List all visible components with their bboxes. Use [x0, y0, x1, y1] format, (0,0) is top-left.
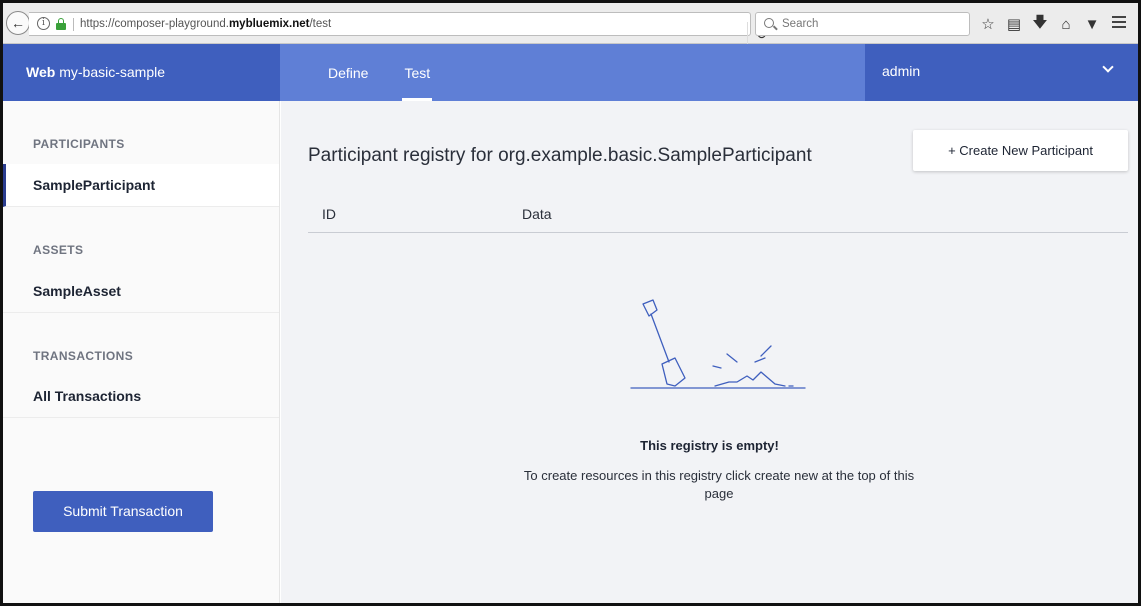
empty-state-title: This registry is empty! — [640, 438, 779, 453]
empty-shovel-illustration — [630, 299, 806, 389]
download-icon[interactable]: 🡇 — [1031, 12, 1049, 37]
sidebar-item-sampleasset[interactable]: SampleAsset — [3, 270, 279, 313]
search-icon — [764, 18, 774, 28]
home-icon[interactable]: ⌂ — [1057, 16, 1075, 33]
submit-transaction-button[interactable]: Submit Transaction — [33, 491, 213, 532]
app-header: Web my-basic-sample Define Test admin — [3, 44, 1138, 101]
chevron-down-icon — [1102, 61, 1114, 73]
create-new-participant-button[interactable]: + Create New Participant — [913, 130, 1128, 171]
address-bar[interactable]: i https://composer-playground.mybluemix.… — [29, 12, 767, 46]
star-icon[interactable]: ☆ — [979, 15, 997, 33]
toolbar-icons: ☆ ▤ 🡇 ⌂ ▼ — [979, 12, 1101, 36]
brand-web: Web — [26, 64, 56, 80]
assets-heading: ASSETS — [33, 243, 84, 257]
column-header-data: Data — [522, 206, 552, 222]
url-prefix: https://composer-playground. — [80, 18, 229, 30]
browser-toolbar: ← i https://composer-playground.mybluemi… — [3, 3, 1138, 46]
url-domain: mybluemix.net — [228, 18, 310, 30]
table-header: ID Data — [308, 198, 1128, 233]
search-input[interactable]: Search — [755, 12, 970, 36]
business-network-name: my-basic-sample — [59, 64, 166, 80]
sidebar-item-sampleparticipant[interactable]: SampleParticipant — [3, 164, 279, 207]
search-placeholder: Search — [782, 18, 819, 30]
page-title: Participant registry for org.example.bas… — [308, 145, 812, 166]
empty-state-message: To create resources in this registry cli… — [523, 468, 915, 501]
tab-test[interactable]: Test — [402, 44, 432, 101]
identity-dropdown[interactable]: admin — [865, 44, 1138, 101]
sidebar: PARTICIPANTS SampleParticipant ASSETS Sa… — [3, 101, 280, 603]
participants-heading: PARTICIPANTS — [33, 137, 125, 151]
lock-icon[interactable] — [56, 18, 66, 30]
main-content: Participant registry for org.example.bas… — [281, 101, 1138, 603]
column-header-id: ID — [322, 206, 336, 222]
reading-list-icon[interactable]: ▤ — [1005, 15, 1023, 33]
tab-define[interactable]: Define — [328, 44, 368, 101]
pocket-icon[interactable]: ▼ — [1083, 16, 1101, 33]
menu-icon[interactable] — [1112, 16, 1126, 31]
brand: Web my-basic-sample — [3, 44, 280, 101]
nav-tabs: Define Test — [280, 44, 432, 101]
user-name: admin — [882, 63, 921, 79]
sidebar-item-all-transactions[interactable]: All Transactions — [3, 375, 279, 418]
info-icon[interactable]: i — [37, 17, 50, 30]
url-divider — [73, 18, 74, 31]
url-text[interactable]: https://composer-playground.mybluemix.ne… — [80, 18, 331, 30]
back-arrow-icon[interactable]: ← — [6, 11, 30, 35]
url-path: /test — [309, 18, 332, 30]
transactions-heading: TRANSACTIONS — [33, 349, 134, 363]
